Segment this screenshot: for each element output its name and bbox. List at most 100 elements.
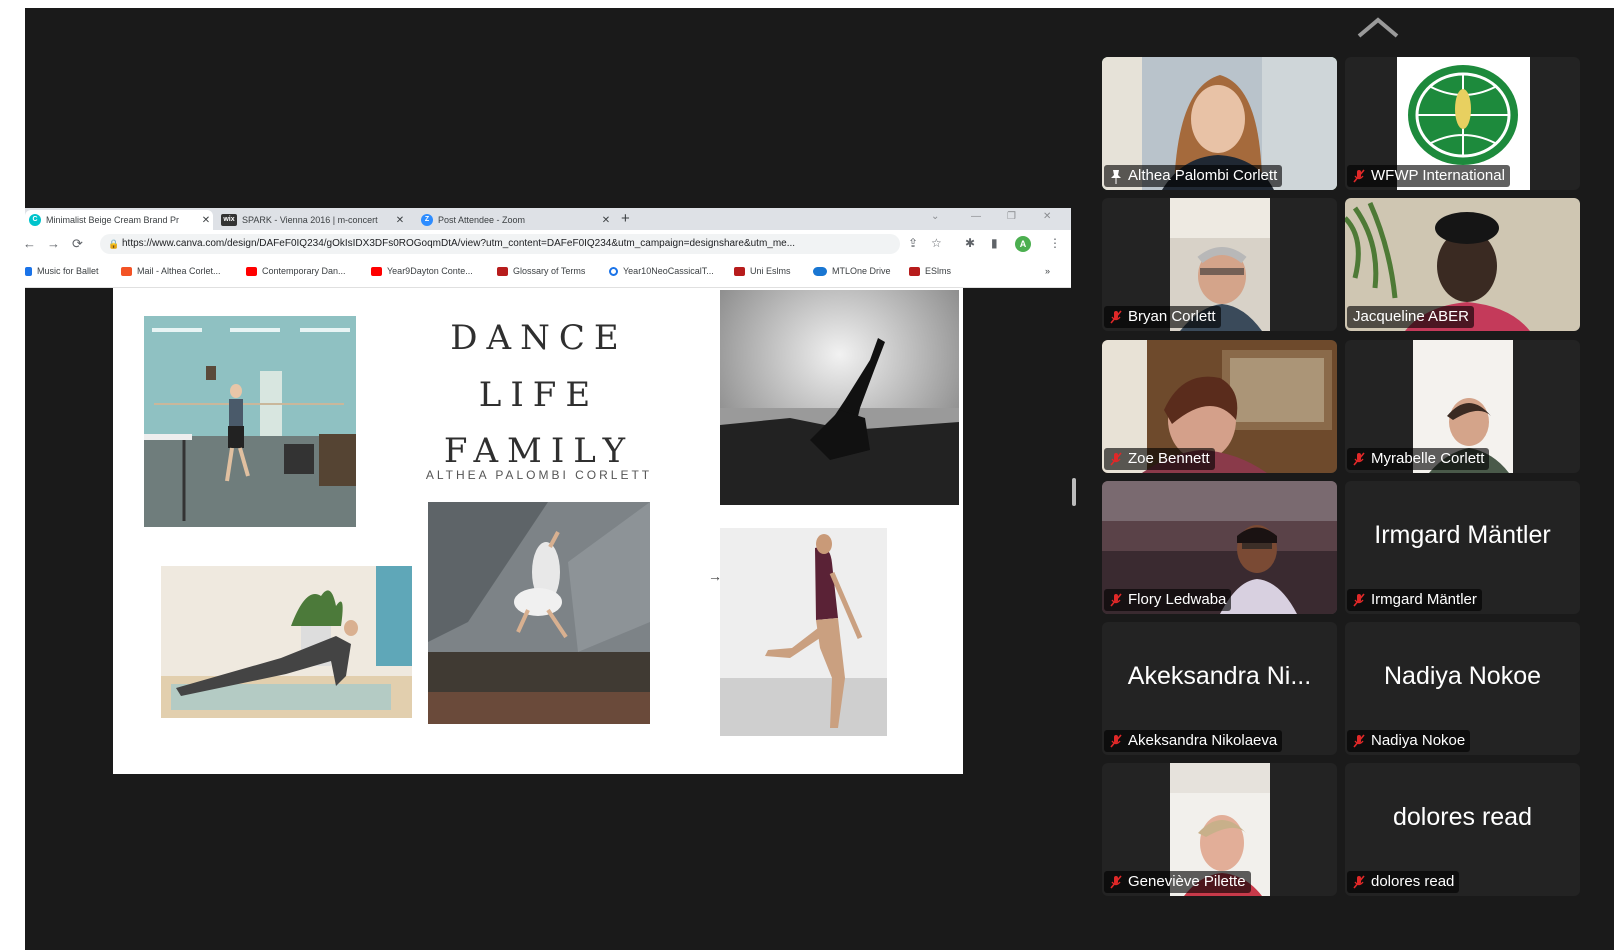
participant-tile[interactable]: Myrabelle Corlett <box>1345 340 1580 473</box>
bookmark-item[interactable]: MTLOne Drive <box>813 266 891 276</box>
bookmarks-overflow[interactable]: » <box>1045 266 1050 276</box>
participant-tile[interactable]: Akeksandra Ni... Akeksandra Nikolaeva <box>1102 622 1337 755</box>
lock-icon: 🔒 <box>108 239 120 249</box>
url-field[interactable]: 🔒 https://www.canva.com/design/DAFeF0IQ2… <box>100 234 900 254</box>
participant-name: Bryan Corlett <box>1104 306 1221 328</box>
bookmarks-bar: Music for Ballet Mail - Althea Corlet...… <box>25 258 1071 288</box>
muted-mic-icon <box>1353 452 1365 466</box>
close-icon[interactable]: ✕ <box>393 215 407 226</box>
participant-name: Geneviève Pilette <box>1104 871 1251 893</box>
forward-arrow-icon[interactable]: → <box>47 236 60 251</box>
bookmark-item[interactable]: Uni Eslms <box>734 266 791 276</box>
design-subtitle: ALTHEA PALOMBI CORLETT <box>425 468 653 482</box>
participant-tile[interactable]: Jacqueline ABER <box>1345 198 1580 331</box>
new-tab-plus-icon[interactable]: + <box>621 210 630 227</box>
bookmark-item[interactable]: Glossary of Terms <box>497 266 585 276</box>
zoom-meeting-window: C Minimalist Beige Cream Brand Pr ✕ wix … <box>25 8 1614 950</box>
screen: C Minimalist Beige Cream Brand Pr ✕ wix … <box>0 0 1614 950</box>
more-menu-icon[interactable]: ⋮ <box>1049 236 1061 250</box>
participant-tile[interactable]: Geneviève Pilette <box>1102 763 1337 896</box>
browser-address-bar: ← → ⟳ 🔒 https://www.canva.com/design/DAF… <box>25 230 1071 258</box>
browser-tab-wix[interactable]: wix SPARK - Vienna 2016 | m-concert ✕ <box>217 210 407 230</box>
url-text: https://www.canva.com/design/DAFeF0IQ234… <box>122 238 796 249</box>
close-icon[interactable]: ✕ <box>199 215 213 226</box>
bookmark-label: Year10NeoCassicalT... <box>623 266 714 276</box>
reload-icon[interactable]: ⟳ <box>72 236 83 252</box>
participant-name: Jacqueline ABER <box>1347 306 1474 328</box>
tab-title: Post Attendee - Zoom <box>438 215 526 225</box>
window-close-icon[interactable]: ✕ <box>1043 211 1051 222</box>
participant-name: Irmgard Mäntler <box>1347 589 1482 611</box>
profile-avatar[interactable]: A <box>1015 236 1031 252</box>
bookmark-item[interactable]: Year10NeoCassicalT... <box>609 266 714 276</box>
muted-mic-icon <box>1110 452 1122 466</box>
share-icon[interactable]: ⇪ <box>908 236 918 250</box>
browser-tab-bar: C Minimalist Beige Cream Brand Pr ✕ wix … <box>25 208 1071 230</box>
restore-icon[interactable]: ❐ <box>1007 211 1016 222</box>
pin-icon <box>1111 170 1121 184</box>
participant-tile[interactable]: WFWP International <box>1345 57 1580 190</box>
muted-mic-icon <box>1353 169 1365 183</box>
participant-tile[interactable]: Bryan Corlett <box>1102 198 1337 331</box>
silhouette-beach-photo <box>720 290 959 505</box>
participant-name: Flory Ledwaba <box>1104 589 1232 611</box>
microsoft-icon <box>121 266 132 276</box>
design-title-line: DANCE <box>450 318 628 358</box>
muted-mic-icon <box>1110 875 1122 889</box>
participant-name: Myrabelle Corlett <box>1347 448 1490 470</box>
ballet-pose-photo <box>720 528 887 736</box>
leap-on-rocks-photo <box>428 502 650 724</box>
participant-name-text: Akeksandra Nikolaeva <box>1128 732 1278 749</box>
participant-name-text: Irmgard Mäntler <box>1371 591 1477 608</box>
bookmark-icon <box>25 266 32 276</box>
tab-title: Minimalist Beige Cream Brand Pr <box>46 215 180 225</box>
participant-display-name: Akeksandra Ni... <box>1127 662 1312 690</box>
bookmark-item[interactable]: Mail - Althea Corlet... <box>121 266 221 276</box>
minimize-icon[interactable]: — <box>971 211 981 222</box>
participant-name: WFWP International <box>1347 165 1510 187</box>
participant-tile[interactable]: Zoe Bennett <box>1102 340 1337 473</box>
bookmark-label: Year9Dayton Conte... <box>387 266 473 276</box>
back-arrow-icon[interactable]: ← <box>25 236 36 251</box>
youtube-icon <box>371 266 382 276</box>
participant-name-text: WFWP International <box>1371 167 1505 184</box>
tab-search-chevron-icon[interactable]: ⌄ <box>931 211 939 222</box>
bookmark-label: ESlms <box>925 266 952 276</box>
bookmark-label: MTLOne Drive <box>832 266 891 276</box>
participant-name: Zoe Bennett <box>1104 448 1215 470</box>
bookmark-item[interactable]: ESlms <box>909 266 951 276</box>
bookmark-item[interactable]: Year9Dayton Conte... <box>371 266 473 276</box>
participant-tile[interactable]: Irmgard Mäntler Irmgard Mäntler <box>1345 481 1580 614</box>
studio-dance-photo <box>144 316 356 527</box>
participant-name: Nadiya Nokoe <box>1347 730 1471 752</box>
participant-tile[interactable]: Nadiya Nokoe Nadiya Nokoe <box>1345 622 1580 755</box>
bookmark-label: Contemporary Dan... <box>262 266 346 276</box>
chevron-up-icon[interactable] <box>1355 14 1401 40</box>
youtube-icon <box>246 266 257 276</box>
tab-title: SPARK - Vienna 2016 | m-concert <box>242 215 378 225</box>
onedrive-cloud-icon <box>813 266 827 276</box>
um-icon <box>734 266 745 276</box>
canva-icon: C <box>29 214 41 226</box>
bookmark-item[interactable]: Contemporary Dan... <box>246 266 346 276</box>
participant-name: dolores read <box>1347 871 1460 893</box>
bookmark-label: Music for Ballet <box>37 266 99 276</box>
bookmark-item[interactable]: Music for Ballet <box>25 266 99 276</box>
bookmark-label: Uni Eslms <box>750 266 791 276</box>
muted-mic-icon <box>1353 875 1365 889</box>
browser-tab-zoom[interactable]: Z Post Attendee - Zoom ✕ <box>417 210 613 230</box>
participant-tile[interactable]: Flory Ledwaba <box>1102 481 1337 614</box>
browser-tab-canva[interactable]: C Minimalist Beige Cream Brand Pr ✕ <box>25 210 213 230</box>
participant-display-name: Irmgard Mäntler <box>1374 521 1551 549</box>
extensions-puzzle-icon[interactable]: ✱ <box>965 236 975 250</box>
panel-resize-handle[interactable] <box>1072 478 1076 506</box>
design-title-line: FAMILY <box>443 431 635 471</box>
participant-tile[interactable]: dolores read dolores read <box>1345 763 1580 896</box>
side-panel-icon[interactable]: ▮ <box>991 236 998 250</box>
participant-display-name: Nadiya Nokoe <box>1383 662 1542 690</box>
participant-name-text: Bryan Corlett <box>1128 308 1216 325</box>
bookmark-star-icon[interactable]: ☆ <box>931 236 942 250</box>
participant-tile[interactable]: Althea Palombi Corlett <box>1102 57 1337 190</box>
close-icon[interactable]: ✕ <box>599 215 613 226</box>
um-icon <box>909 266 920 276</box>
